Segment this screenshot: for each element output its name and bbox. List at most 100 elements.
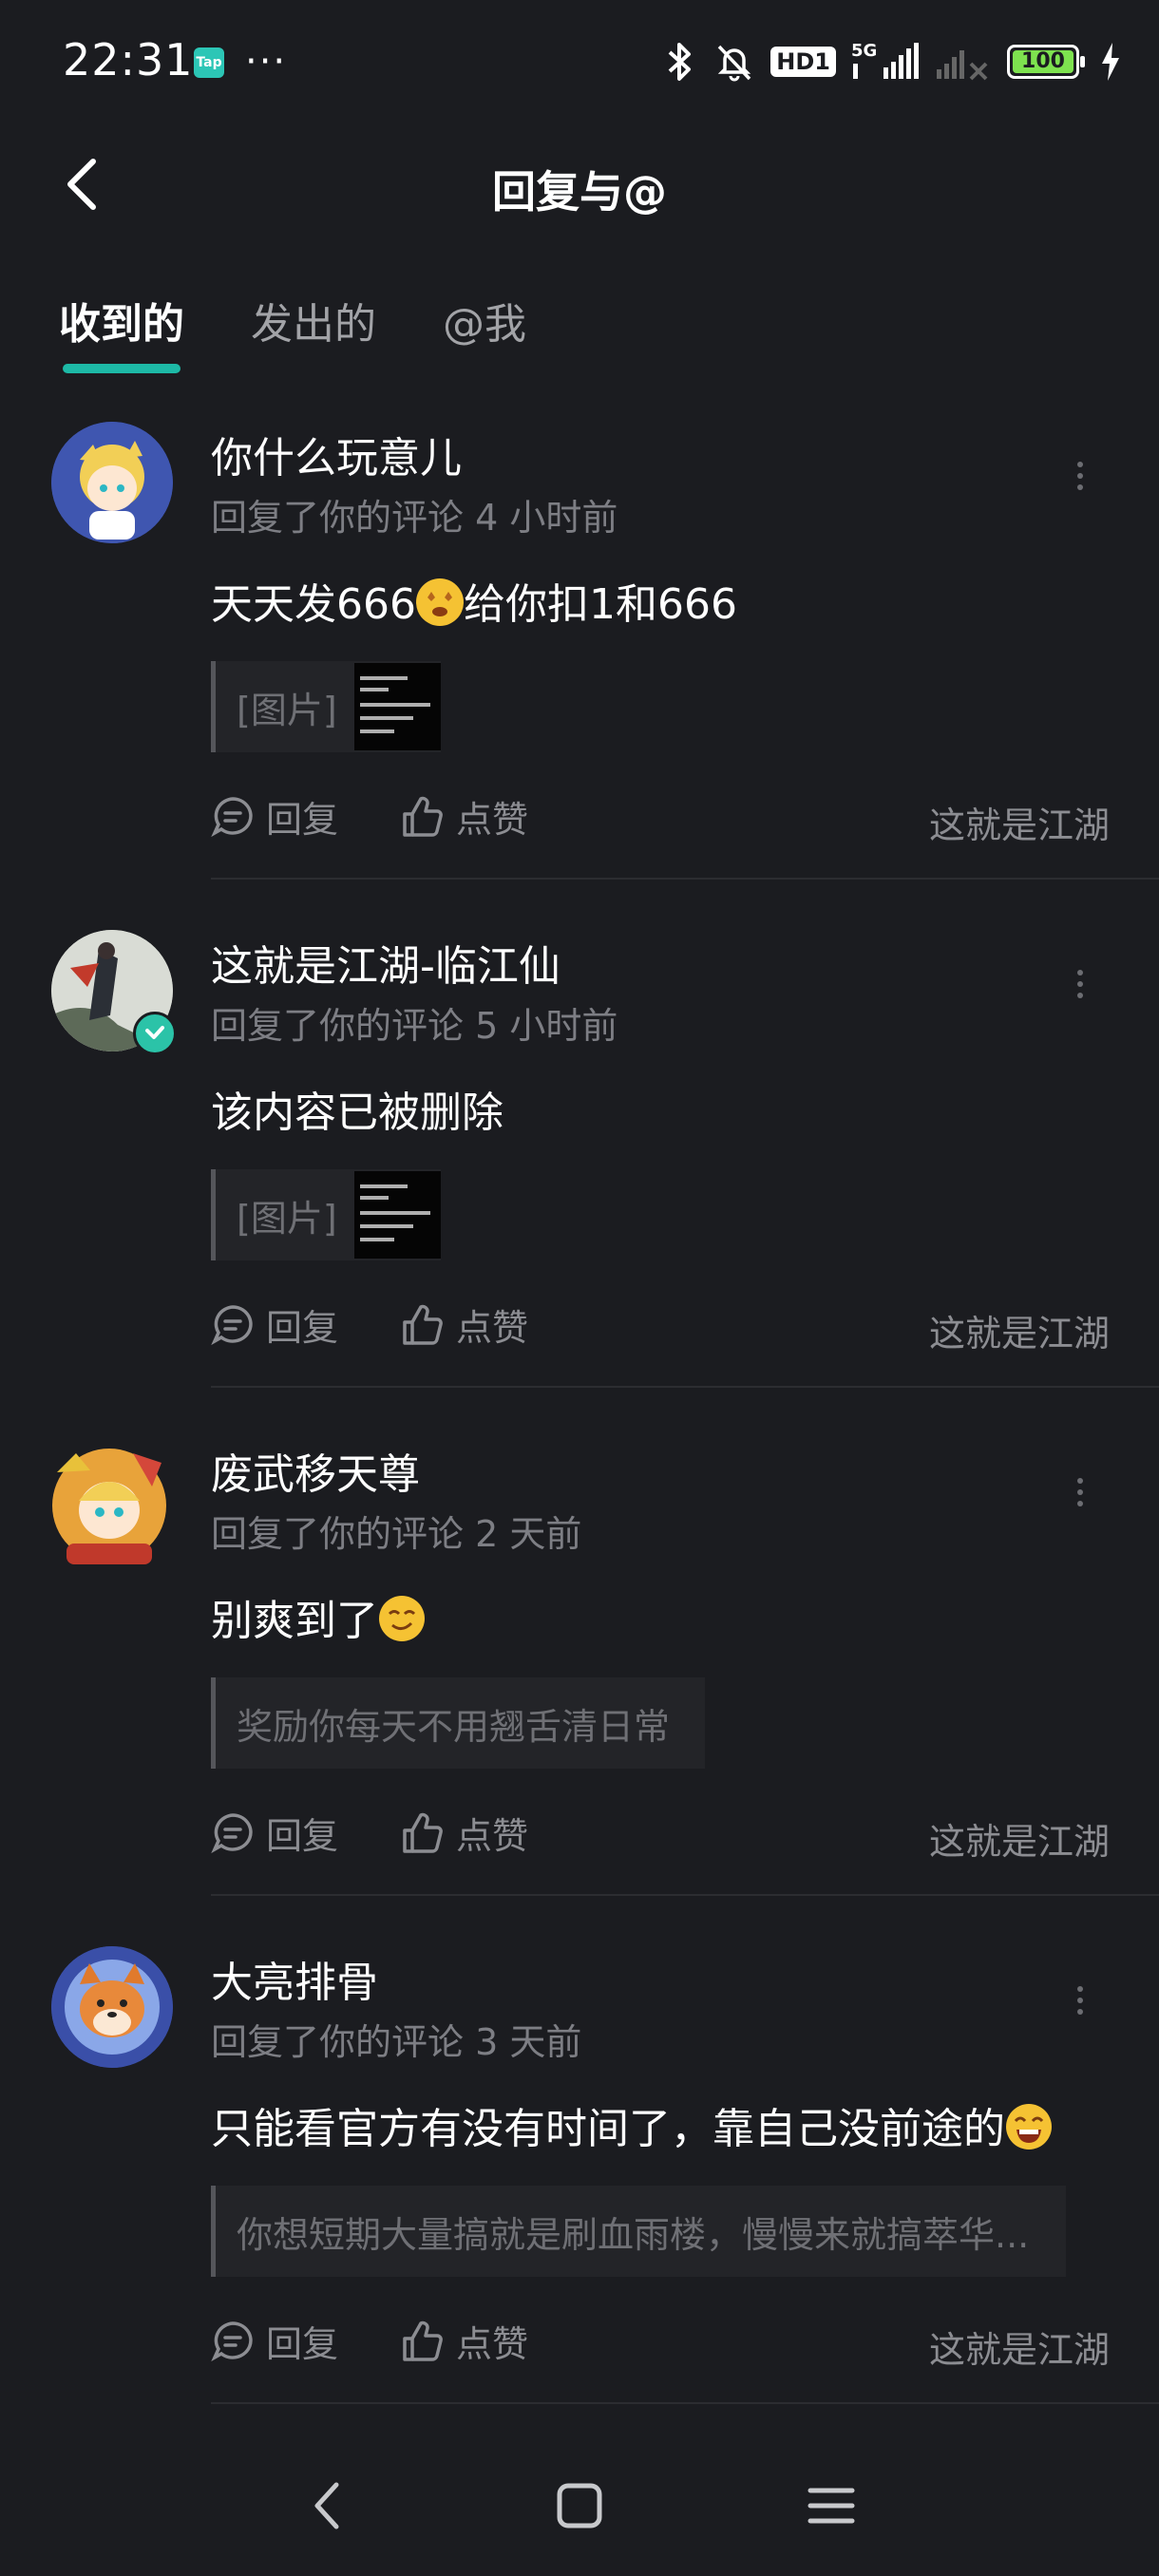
like-label: 点赞 [456,1815,529,1857]
list-item[interactable]: 这就是江湖-临江仙 回复了你的评论 5 小时前 该内容已被删除 [图片] 回复 … [0,926,1159,1388]
avatar[interactable] [38,1434,180,1577]
reply-label: 回复 [266,2323,339,2365]
battery-level: 100 [1013,50,1074,73]
reply-content[interactable]: 只能看官方有没有时间了，靠自己没前途的 [211,2094,1053,2155]
reply-meta: 回复了你的评论 5 小时前 [211,1005,618,1047]
nav-back-icon [314,2482,339,2529]
tab-label: 收到的 [59,300,184,349]
divider [211,1386,1159,1388]
more-options-icon[interactable] [1074,456,1087,496]
reply-meta: 回复了你的评论 4 小时前 [211,497,618,539]
content-text: 该内容已被删除 [211,1089,504,1137]
user-name[interactable]: 你什么玩意儿 [211,424,462,484]
action-bar: 回复 点赞 这就是江湖 [211,1807,1110,1864]
more-options-icon[interactable] [1074,1472,1087,1512]
quoted-text: [图片] [237,1197,337,1240]
charging-icon [1100,43,1121,81]
reply-button[interactable]: 回复 [211,1807,338,1859]
quoted-text: 奖励你每天不用翘舌清日常 [237,1705,671,1748]
action-bar: 回复 点赞 这就是江湖 [211,2315,1110,2372]
divider [211,1894,1159,1896]
like-label: 点赞 [456,799,529,841]
reply-button[interactable]: 回复 [211,790,338,843]
nav-home-button[interactable] [542,2468,618,2544]
tab-mentions[interactable]: @我 [443,290,526,366]
signal-5g-icon: 5G [851,41,920,83]
nav-menu-icon [808,2488,855,2524]
like-button[interactable]: 点赞 [401,1298,528,1351]
header: 回复与@ [0,142,1159,228]
comment-icon [211,2320,253,2361]
mute-bell-icon [713,41,755,83]
thumbs-up-icon [403,796,443,837]
like-label: 点赞 [456,1307,529,1349]
quoted-comment[interactable]: 你想短期大量搞就是刷血雨楼，慢慢来就搞萃华... [211,2186,1066,2277]
system-navigation-bar [0,2432,1159,2576]
source-game[interactable]: 这就是江湖 [929,1812,1110,1865]
more-options-icon[interactable] [1074,1980,1087,2020]
quoted-comment[interactable]: [图片] [211,1169,441,1260]
signal-weak-icon [935,41,992,83]
comment-icon [211,796,253,837]
thumbs-up-icon [403,2320,443,2361]
quoted-text: 你想短期大量搞就是刷血雨楼，慢慢来就搞萃华... [237,2213,1030,2256]
thumbs-up-icon [403,1304,443,1345]
user-name[interactable]: 这就是江湖-临江仙 [211,932,560,993]
bluetooth-icon [660,41,698,83]
reply-button[interactable]: 回复 [211,2315,338,2367]
reply-button[interactable]: 回复 [211,1298,338,1351]
user-name[interactable]: 废武移天尊 [211,1440,420,1501]
reply-label: 回复 [266,1307,339,1349]
list-item[interactable]: 你什么玩意儿 回复了你的评论 4 小时前 天天发666 给你扣1和666 [图片]… [0,418,1159,880]
like-button[interactable]: 点赞 [401,790,528,843]
like-button[interactable]: 点赞 [401,1807,528,1859]
status-bar: 22:31 Tap ··· HD1 5G 100 [0,0,1159,123]
like-label: 点赞 [456,2323,529,2365]
user-name[interactable]: 大亮排骨 [211,1948,378,2009]
content-text: 别爽到了 [211,1597,378,1645]
tab-sent[interactable]: 发出的 [251,290,376,366]
more-notifications-icon: ··· [245,40,288,84]
verified-badge-icon [133,1012,177,1055]
grin-emoji-icon [1005,2103,1053,2150]
comment-icon [211,1304,253,1345]
list-item[interactable]: 大亮排骨 回复了你的评论 3 天前 只能看官方有没有时间了，靠自己没前途的 你想… [0,1942,1159,2404]
smirk-emoji-icon [378,1595,426,1642]
quoted-comment[interactable]: [图片] [211,661,441,752]
reply-meta: 回复了你的评论 3 天前 [211,2021,582,2063]
reply-content[interactable]: 别爽到了 [211,1586,426,1647]
quoted-text: [图片] [237,689,337,731]
quoted-image-thumbnail [353,1171,441,1259]
content-text: 只能看官方有没有时间了，靠自己没前途的 [211,2105,1005,2153]
quoted-image-thumbnail [353,663,441,750]
nav-home-icon [557,2483,602,2529]
taptap-app-icon: Tap [194,47,224,78]
source-game[interactable]: 这就是江湖 [929,796,1110,848]
list-item[interactable]: 废武移天尊 回复了你的评论 2 天前 别爽到了 奖励你每天不用翘舌清日常 回复 … [0,1434,1159,1896]
tab-label: 发出的 [251,300,376,349]
svg-text:5G: 5G [851,41,877,61]
avatar[interactable] [51,422,173,543]
nav-menu-button[interactable] [793,2468,869,2544]
divider [211,2402,1159,2404]
source-game[interactable]: 这就是江湖 [929,1304,1110,1356]
more-options-icon[interactable] [1074,964,1087,1004]
reply-meta: 回复了你的评论 2 天前 [211,1513,582,1555]
hd-badge: HD1 [770,47,836,77]
source-game[interactable]: 这就是江湖 [929,2320,1110,2373]
quoted-comment[interactable]: 奖励你每天不用翘舌清日常 [211,1677,705,1769]
tab-received[interactable]: 收到的 [59,290,184,373]
reply-label: 回复 [266,1815,339,1857]
like-button[interactable]: 点赞 [401,2315,528,2367]
reply-content[interactable]: 该内容已被删除 [211,1078,504,1139]
tab-bar: 收到的 发出的 @我 [59,290,526,373]
content-text: 天天发666 [211,580,416,629]
avatar[interactable] [51,1946,173,2068]
reply-content[interactable]: 天天发666 给你扣1和666 [211,570,737,631]
active-tab-indicator [63,364,180,373]
nav-back-button[interactable] [290,2468,366,2544]
action-bar: 回复 点赞 这就是江湖 [211,1298,1110,1355]
thumbs-up-icon [403,1812,443,1853]
tab-label: @我 [443,300,526,349]
comment-icon [211,1812,253,1853]
